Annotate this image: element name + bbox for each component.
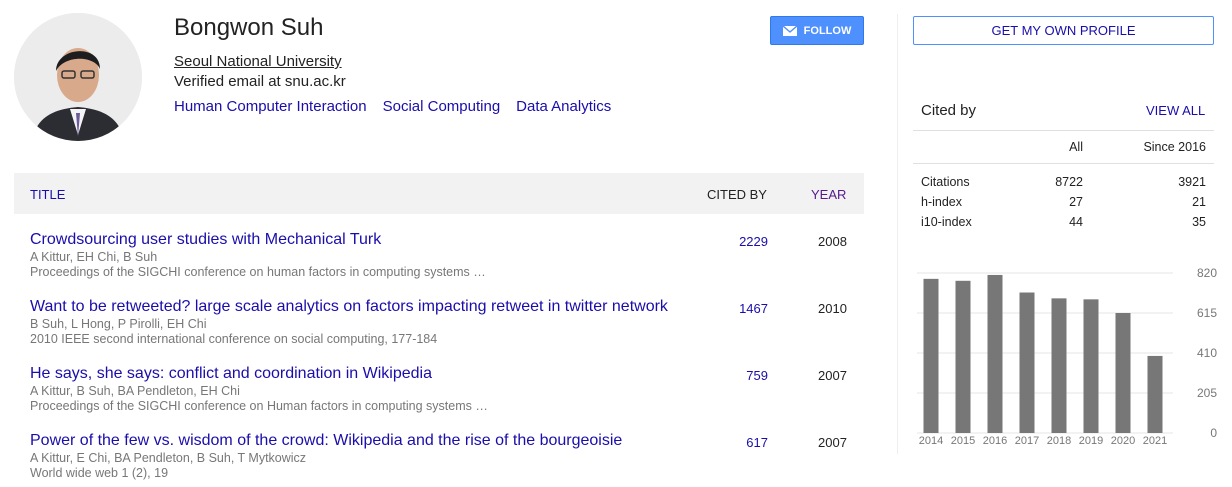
stat-since: 21 — [1192, 195, 1206, 209]
citations-per-year-chart: 820 615 410 205 0 2014 2015 2016 2017 2018 2019 202… — [917, 266, 1217, 447]
table-header: TITLE CITED BY YEAR — [14, 173, 864, 214]
stats-row: Citations 8722 3921 — [921, 175, 1206, 195]
bar-2019[interactable] — [1083, 299, 1099, 433]
verified-email: Verified email at snu.ac.kr — [174, 73, 346, 90]
stats-header-all: All — [1069, 140, 1083, 154]
cited-by-column-header[interactable]: CITED BY — [707, 187, 767, 202]
divider — [913, 130, 1214, 131]
year-column-header[interactable]: YEAR — [811, 187, 846, 202]
cited-by-count-link[interactable]: 1467 — [710, 301, 768, 316]
y-tick-label: 0 — [1210, 426, 1217, 440]
x-tick-label: 2015 — [951, 435, 975, 447]
paper-year: 2007 — [818, 368, 847, 383]
profile-name: Bongwon Suh — [174, 14, 324, 41]
bar-2020[interactable] — [1115, 313, 1131, 433]
y-tick-label: 820 — [1197, 266, 1217, 280]
stat-all: 27 — [1069, 195, 1083, 209]
paper-venue: 2010 IEEE second international conferenc… — [30, 332, 438, 346]
stat-label: i10-index — [921, 215, 972, 229]
stats-row: i10-index 44 35 — [921, 215, 1206, 235]
follow-button[interactable]: FOLLOW — [770, 16, 864, 45]
paper-authors: A Kittur, B Suh, BA Pendleton, EH Chi — [30, 384, 240, 398]
bar-2018[interactable] — [1051, 298, 1067, 433]
get-my-own-profile-button[interactable]: GET MY OWN PROFILE — [913, 16, 1214, 45]
stat-all: 44 — [1069, 215, 1083, 229]
cited-by-count-link[interactable]: 617 — [710, 435, 768, 450]
stats-header-since: Since 2016 — [1143, 140, 1206, 154]
x-tick-label: 2019 — [1079, 435, 1103, 447]
stat-label: h-index — [921, 195, 962, 209]
y-tick-label: 615 — [1197, 306, 1217, 320]
table-row: Power of the few vs. wisdom of the crowd… — [30, 432, 864, 487]
paper-venue: Proceedings of the SIGCHI conference on … — [30, 265, 486, 279]
paper-year: 2008 — [818, 234, 847, 249]
interest-link[interactable]: Social Computing — [383, 98, 501, 115]
interest-link[interactable]: Data Analytics — [516, 98, 611, 115]
interest-link[interactable]: Human Computer Interaction — [174, 98, 367, 115]
paper-year: 2010 — [818, 301, 847, 316]
paper-authors: A Kittur, E Chi, BA Pendleton, B Suh, T … — [30, 451, 307, 465]
bar-2017[interactable] — [1019, 292, 1035, 433]
publication-list: Crowdsourcing user studies with Mechanic… — [30, 231, 864, 487]
profile-photo — [14, 13, 142, 141]
bar-2015[interactable] — [955, 280, 971, 433]
x-tick-label: 2020 — [1111, 435, 1135, 447]
x-tick-label: 2014 — [919, 435, 943, 447]
envelope-icon — [782, 24, 798, 36]
cited-by-count-link[interactable]: 2229 — [710, 234, 768, 249]
x-tick-label: 2017 — [1015, 435, 1039, 447]
y-tick-label: 205 — [1197, 386, 1217, 400]
research-interests: Human Computer Interaction Social Comput… — [174, 98, 611, 115]
table-row: Want to be retweeted? large scale analyt… — [30, 298, 864, 365]
cited-by-count-link[interactable]: 759 — [710, 368, 768, 383]
title-column-header[interactable]: TITLE — [30, 187, 65, 202]
table-row: Crowdsourcing user studies with Mechanic… — [30, 231, 864, 298]
sidebar-divider — [897, 14, 898, 454]
paper-authors: A Kittur, EH Chi, B Suh — [30, 250, 158, 264]
affiliation-link[interactable]: Seoul National University — [174, 53, 342, 70]
bar-2014[interactable] — [923, 278, 939, 433]
bar-2021[interactable] — [1147, 355, 1163, 433]
x-tick-label: 2016 — [983, 435, 1007, 447]
x-tick-label: 2018 — [1047, 435, 1071, 447]
paper-venue: Proceedings of the SIGCHI conference on … — [30, 399, 488, 413]
stat-label: Citations — [921, 175, 970, 189]
stats-row: h-index 27 21 — [921, 195, 1206, 215]
stat-all: 8722 — [1055, 175, 1083, 189]
paper-venue: World wide web 1 (2), 19 — [30, 466, 169, 480]
cited-by-title: Cited by — [921, 102, 977, 119]
y-tick-label: 410 — [1197, 346, 1217, 360]
table-row: He says, she says: conflict and coordina… — [30, 365, 864, 432]
stat-since: 35 — [1192, 215, 1206, 229]
x-tick-label: 2021 — [1143, 435, 1167, 447]
bar-2016[interactable] — [987, 274, 1003, 433]
follow-label: FOLLOW — [803, 24, 852, 37]
stat-since: 3921 — [1178, 175, 1206, 189]
paper-authors: B Suh, L Hong, P Pirolli, EH Chi — [30, 317, 207, 331]
paper-year: 2007 — [818, 435, 847, 450]
view-all-link[interactable]: VIEW ALL — [1146, 103, 1205, 118]
divider — [913, 163, 1214, 164]
